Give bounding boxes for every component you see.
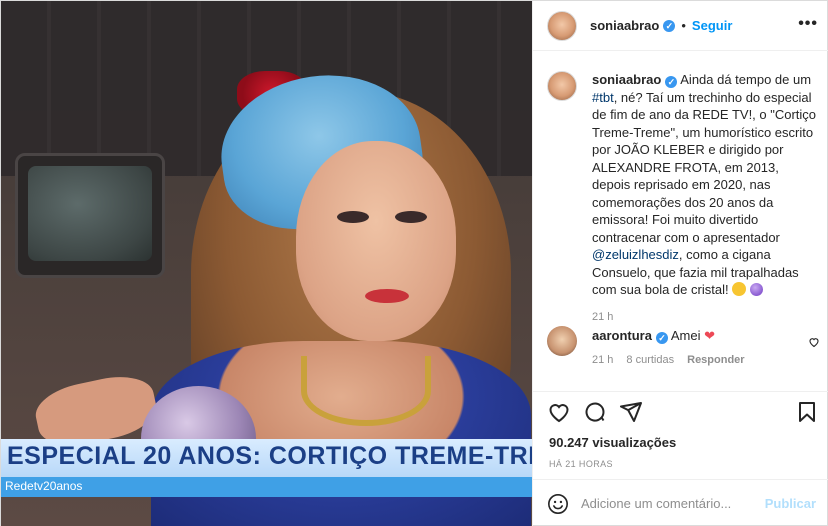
video-necklace xyxy=(301,356,431,426)
comment-input[interactable] xyxy=(581,492,761,514)
caption-text-part-1: Ainda dá tempo de um xyxy=(677,72,812,87)
caption-timestamp[interactable]: 21 h xyxy=(592,311,817,323)
mention-link[interactable]: @zeluizlhesdiz xyxy=(592,247,679,262)
comment-likes-count[interactable]: 8 curtidas xyxy=(626,354,674,366)
follow-button[interactable]: Seguir xyxy=(692,18,732,33)
commenter-avatar[interactable] xyxy=(547,326,577,356)
video-hashtag-text: Redetv20anos xyxy=(5,479,83,493)
comment-meta: 21 h 8 curtidas Responder xyxy=(592,354,822,366)
caption-text-part-2: , né? Taí um trechinho do especial de fi… xyxy=(592,89,817,245)
verified-badge-icon: ✓ xyxy=(655,332,668,344)
video-eye-left xyxy=(337,211,369,223)
share-paper-plane-icon[interactable] xyxy=(619,400,643,424)
video-lower-third-banner: ESPECIAL 20 ANOS: CORTIÇO TREME-TREME xyxy=(1,439,532,477)
comments-section[interactable]: soniaabrao ✓ Ainda dá tempo de um #tbt, n… xyxy=(533,51,828,391)
video-lips xyxy=(365,289,409,303)
publish-button[interactable]: Publicar xyxy=(765,496,816,511)
comment-text: aarontura ✓ Amei ❤ xyxy=(592,326,822,344)
posted-time[interactable]: HÁ 21 HORAS xyxy=(549,459,613,469)
comment-like-heart-icon[interactable] xyxy=(808,336,820,351)
commenter-username[interactable]: aarontura xyxy=(592,328,652,343)
verified-badge-icon: ✓ xyxy=(665,76,678,88)
save-bookmark-icon[interactable] xyxy=(795,400,819,424)
video-banner-text: ESPECIAL 20 ANOS: CORTIÇO TREME-TREME xyxy=(7,442,532,470)
caption-author-avatar[interactable] xyxy=(547,71,577,101)
video-tv-set xyxy=(15,153,165,278)
comment-timestamp[interactable]: 21 h xyxy=(592,354,613,366)
smiley-icon[interactable] xyxy=(547,493,569,515)
post-header: soniaabrao ✓ • Seguir ••• xyxy=(533,1,828,51)
like-heart-icon[interactable] xyxy=(547,400,571,424)
author-avatar[interactable] xyxy=(547,10,577,41)
comment-body: Amei xyxy=(670,328,701,343)
post-side-panel: soniaabrao ✓ • Seguir ••• soniaabrao ✓ Ai… xyxy=(532,1,828,526)
separator-dot: • xyxy=(681,18,686,33)
red-heart-emoji-icon: ❤ xyxy=(704,328,716,343)
video-face xyxy=(296,141,456,341)
views-count[interactable]: 90.247 visualizações xyxy=(549,435,676,450)
caption-username[interactable]: soniaabrao xyxy=(592,72,661,87)
add-comment-bar: Publicar xyxy=(533,479,828,526)
hashtag-link-tbt[interactable]: #tbt xyxy=(592,90,614,105)
verified-badge-icon: ✓ xyxy=(663,19,676,32)
video-eye-right xyxy=(395,211,427,223)
comment-reply-button[interactable]: Responder xyxy=(687,354,744,366)
caption-text: soniaabrao ✓ Ainda dá tempo de um #tbt, n… xyxy=(592,71,817,299)
post-dialog: ESPECIAL 20 ANOS: CORTIÇO TREME-TREME Re… xyxy=(0,0,828,526)
comment-bubble-icon[interactable] xyxy=(583,400,607,424)
author-username[interactable]: soniaabrao xyxy=(590,18,659,33)
video-hashtag-strip: Redetv20anos xyxy=(1,477,532,497)
post-video[interactable]: ESPECIAL 20 ANOS: CORTIÇO TREME-TREME Re… xyxy=(1,1,532,526)
post-caption: soniaabrao ✓ Ainda dá tempo de um #tbt, n… xyxy=(547,71,817,323)
more-options-icon[interactable]: ••• xyxy=(798,16,818,32)
action-icon-bar xyxy=(547,400,819,426)
comment-item: aarontura ✓ Amei ❤ 21 h 8 curtidas Respon… xyxy=(547,326,822,366)
crystal-ball-emoji-icon xyxy=(749,283,763,296)
laughing-emoji-icon xyxy=(732,282,747,296)
